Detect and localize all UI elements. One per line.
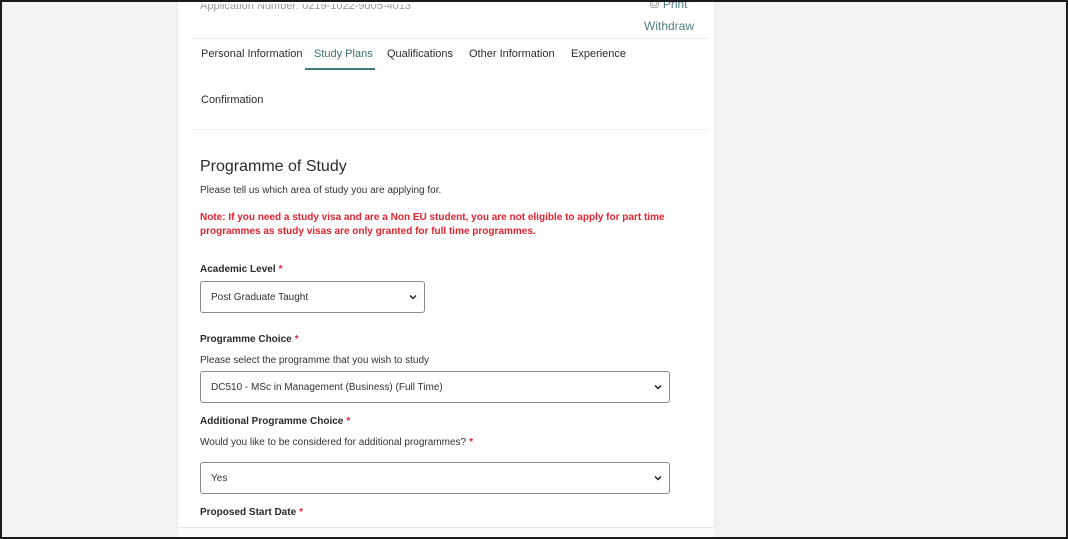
page-title: Programme of Study <box>200 158 347 175</box>
tab-personal-information[interactable]: Personal Information <box>201 48 303 60</box>
chevron-down-icon <box>409 294 417 300</box>
chevron-down-icon <box>654 475 662 481</box>
print-link[interactable]: ⎙ Print <box>650 0 688 14</box>
tab-experience[interactable]: Experience <box>571 48 626 60</box>
tab-confirmation[interactable]: Confirmation <box>201 94 263 106</box>
required-marker: * <box>278 264 283 275</box>
additional-programme-label: Additional Programme Choice * <box>200 416 350 427</box>
tab-qualifications[interactable]: Qualifications <box>387 48 453 60</box>
section-divider <box>192 129 708 130</box>
chevron-down-icon <box>654 384 662 390</box>
print-label: Print <box>662 0 688 11</box>
visa-note: Note: If you need a study visa and are a… <box>200 212 665 237</box>
additional-programme-select[interactable]: Yes <box>200 462 670 494</box>
academic-level-label: Academic Level * <box>200 264 283 275</box>
programme-choice-select[interactable]: DC510 - MSc in Management (Business) (Fu… <box>200 371 670 403</box>
tab-other-information[interactable]: Other Information <box>469 48 555 60</box>
application-number: Application Number: 0219-1022-9d05-4013 <box>200 4 411 12</box>
programme-choice-label-text: Programme Choice <box>200 334 292 345</box>
additional-programme-value: Yes <box>211 472 228 484</box>
programme-choice-help: Please select the programme that you wis… <box>200 355 430 366</box>
academic-level-select[interactable]: Post Graduate Taught <box>200 281 425 313</box>
academic-level-value: Post Graduate Taught <box>211 291 309 303</box>
additional-programme-question-text: Would you like to be considered for addi… <box>200 437 467 448</box>
required-marker: * <box>469 437 473 448</box>
programme-choice-label: Programme Choice * <box>200 334 299 345</box>
academic-level-label-text: Academic Level <box>200 264 276 275</box>
programme-choice-value: DC510 - MSc in Management (Business) (Fu… <box>211 381 443 393</box>
start-date-label-text: Proposed Start Date <box>200 507 297 518</box>
printer-icon: ⎙ <box>650 0 659 10</box>
additional-programme-question: Would you like to be considered for addi… <box>200 437 473 448</box>
active-tab-indicator <box>305 68 375 70</box>
tab-study-plans[interactable]: Study Plans <box>314 48 373 60</box>
section-intro: Please tell us which area of study you a… <box>200 185 442 196</box>
required-marker: * <box>299 507 304 518</box>
card-bottom-edge <box>178 527 714 539</box>
additional-programme-label-text: Additional Programme Choice <box>200 416 344 427</box>
required-marker: * <box>346 416 351 427</box>
header-divider <box>192 38 708 39</box>
required-marker: * <box>294 334 299 345</box>
start-date-label: Proposed Start Date * <box>200 507 303 518</box>
withdraw-link[interactable]: Withdraw <box>644 19 694 33</box>
